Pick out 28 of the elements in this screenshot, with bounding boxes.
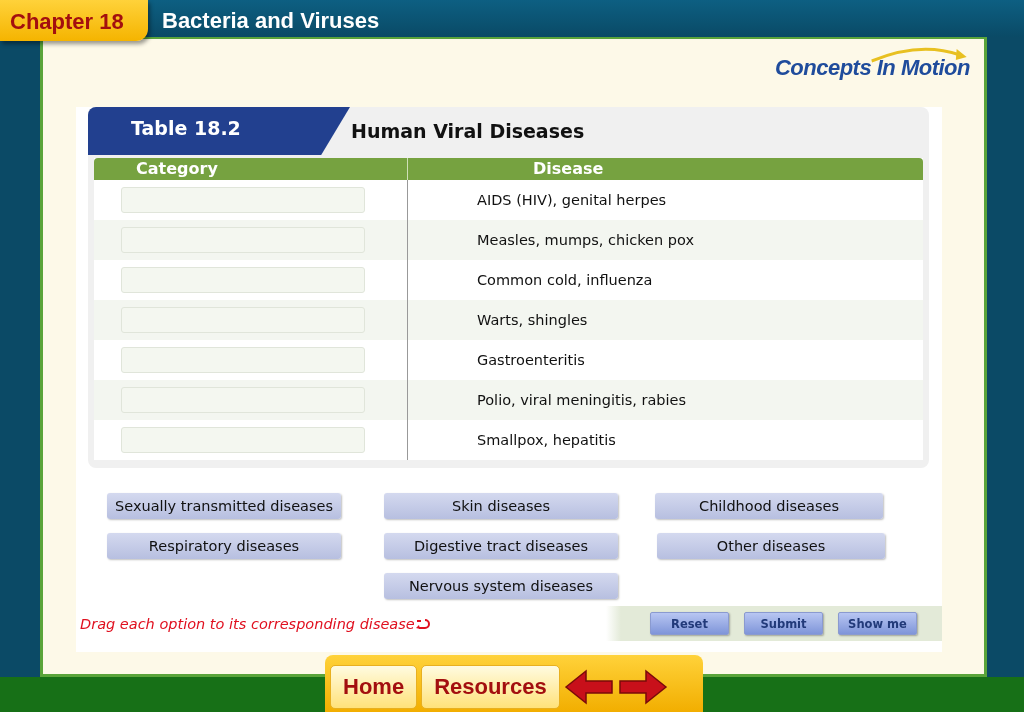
option-tile[interactable]: Childhood diseases — [655, 493, 883, 519]
table-number-label: Table 18.2 — [88, 107, 350, 155]
logo: Concepts In Motion — [774, 55, 970, 95]
chapter-title: Bacteria and Viruses — [161, 7, 380, 34]
table-cell: Measles, mumps, chicken pox — [407, 220, 923, 260]
instruction-text: Drag each option to its corresponding disease — [80, 615, 415, 632]
option-tile[interactable]: Sexually transmitted diseases — [107, 493, 341, 519]
option-tile[interactable]: Digestive tract diseases — [384, 533, 618, 559]
column-header: Category — [135, 158, 219, 180]
return-arrow-icon — [415, 618, 430, 629]
option-tile[interactable]: Respiratory diseases — [107, 533, 341, 559]
action-button[interactable]: Reset — [650, 612, 729, 635]
drop-zone[interactable] — [121, 267, 365, 293]
resources-button[interactable]: Resources — [421, 664, 560, 709]
drop-zone[interactable] — [121, 347, 365, 373]
column-header: Disease — [407, 158, 923, 180]
option-tile[interactable]: Other diseases — [657, 533, 885, 559]
action-button[interactable]: Submit — [744, 612, 823, 635]
table-cell: Warts, shingles — [407, 300, 923, 340]
table-cell: Smallpox, hepatitis — [407, 420, 923, 460]
table-cell: Polio, viral meningitis, rabies — [407, 380, 923, 420]
option-tile[interactable]: Nervous system diseases — [384, 573, 618, 599]
table-title: Human Viral Diseases — [351, 120, 585, 142]
home-button[interactable]: Home — [330, 664, 418, 709]
drop-zone[interactable] — [121, 427, 365, 453]
option-tile[interactable]: Skin diseases — [384, 493, 618, 519]
drop-zone[interactable] — [121, 187, 365, 213]
action-button[interactable]: Show me — [838, 612, 917, 635]
